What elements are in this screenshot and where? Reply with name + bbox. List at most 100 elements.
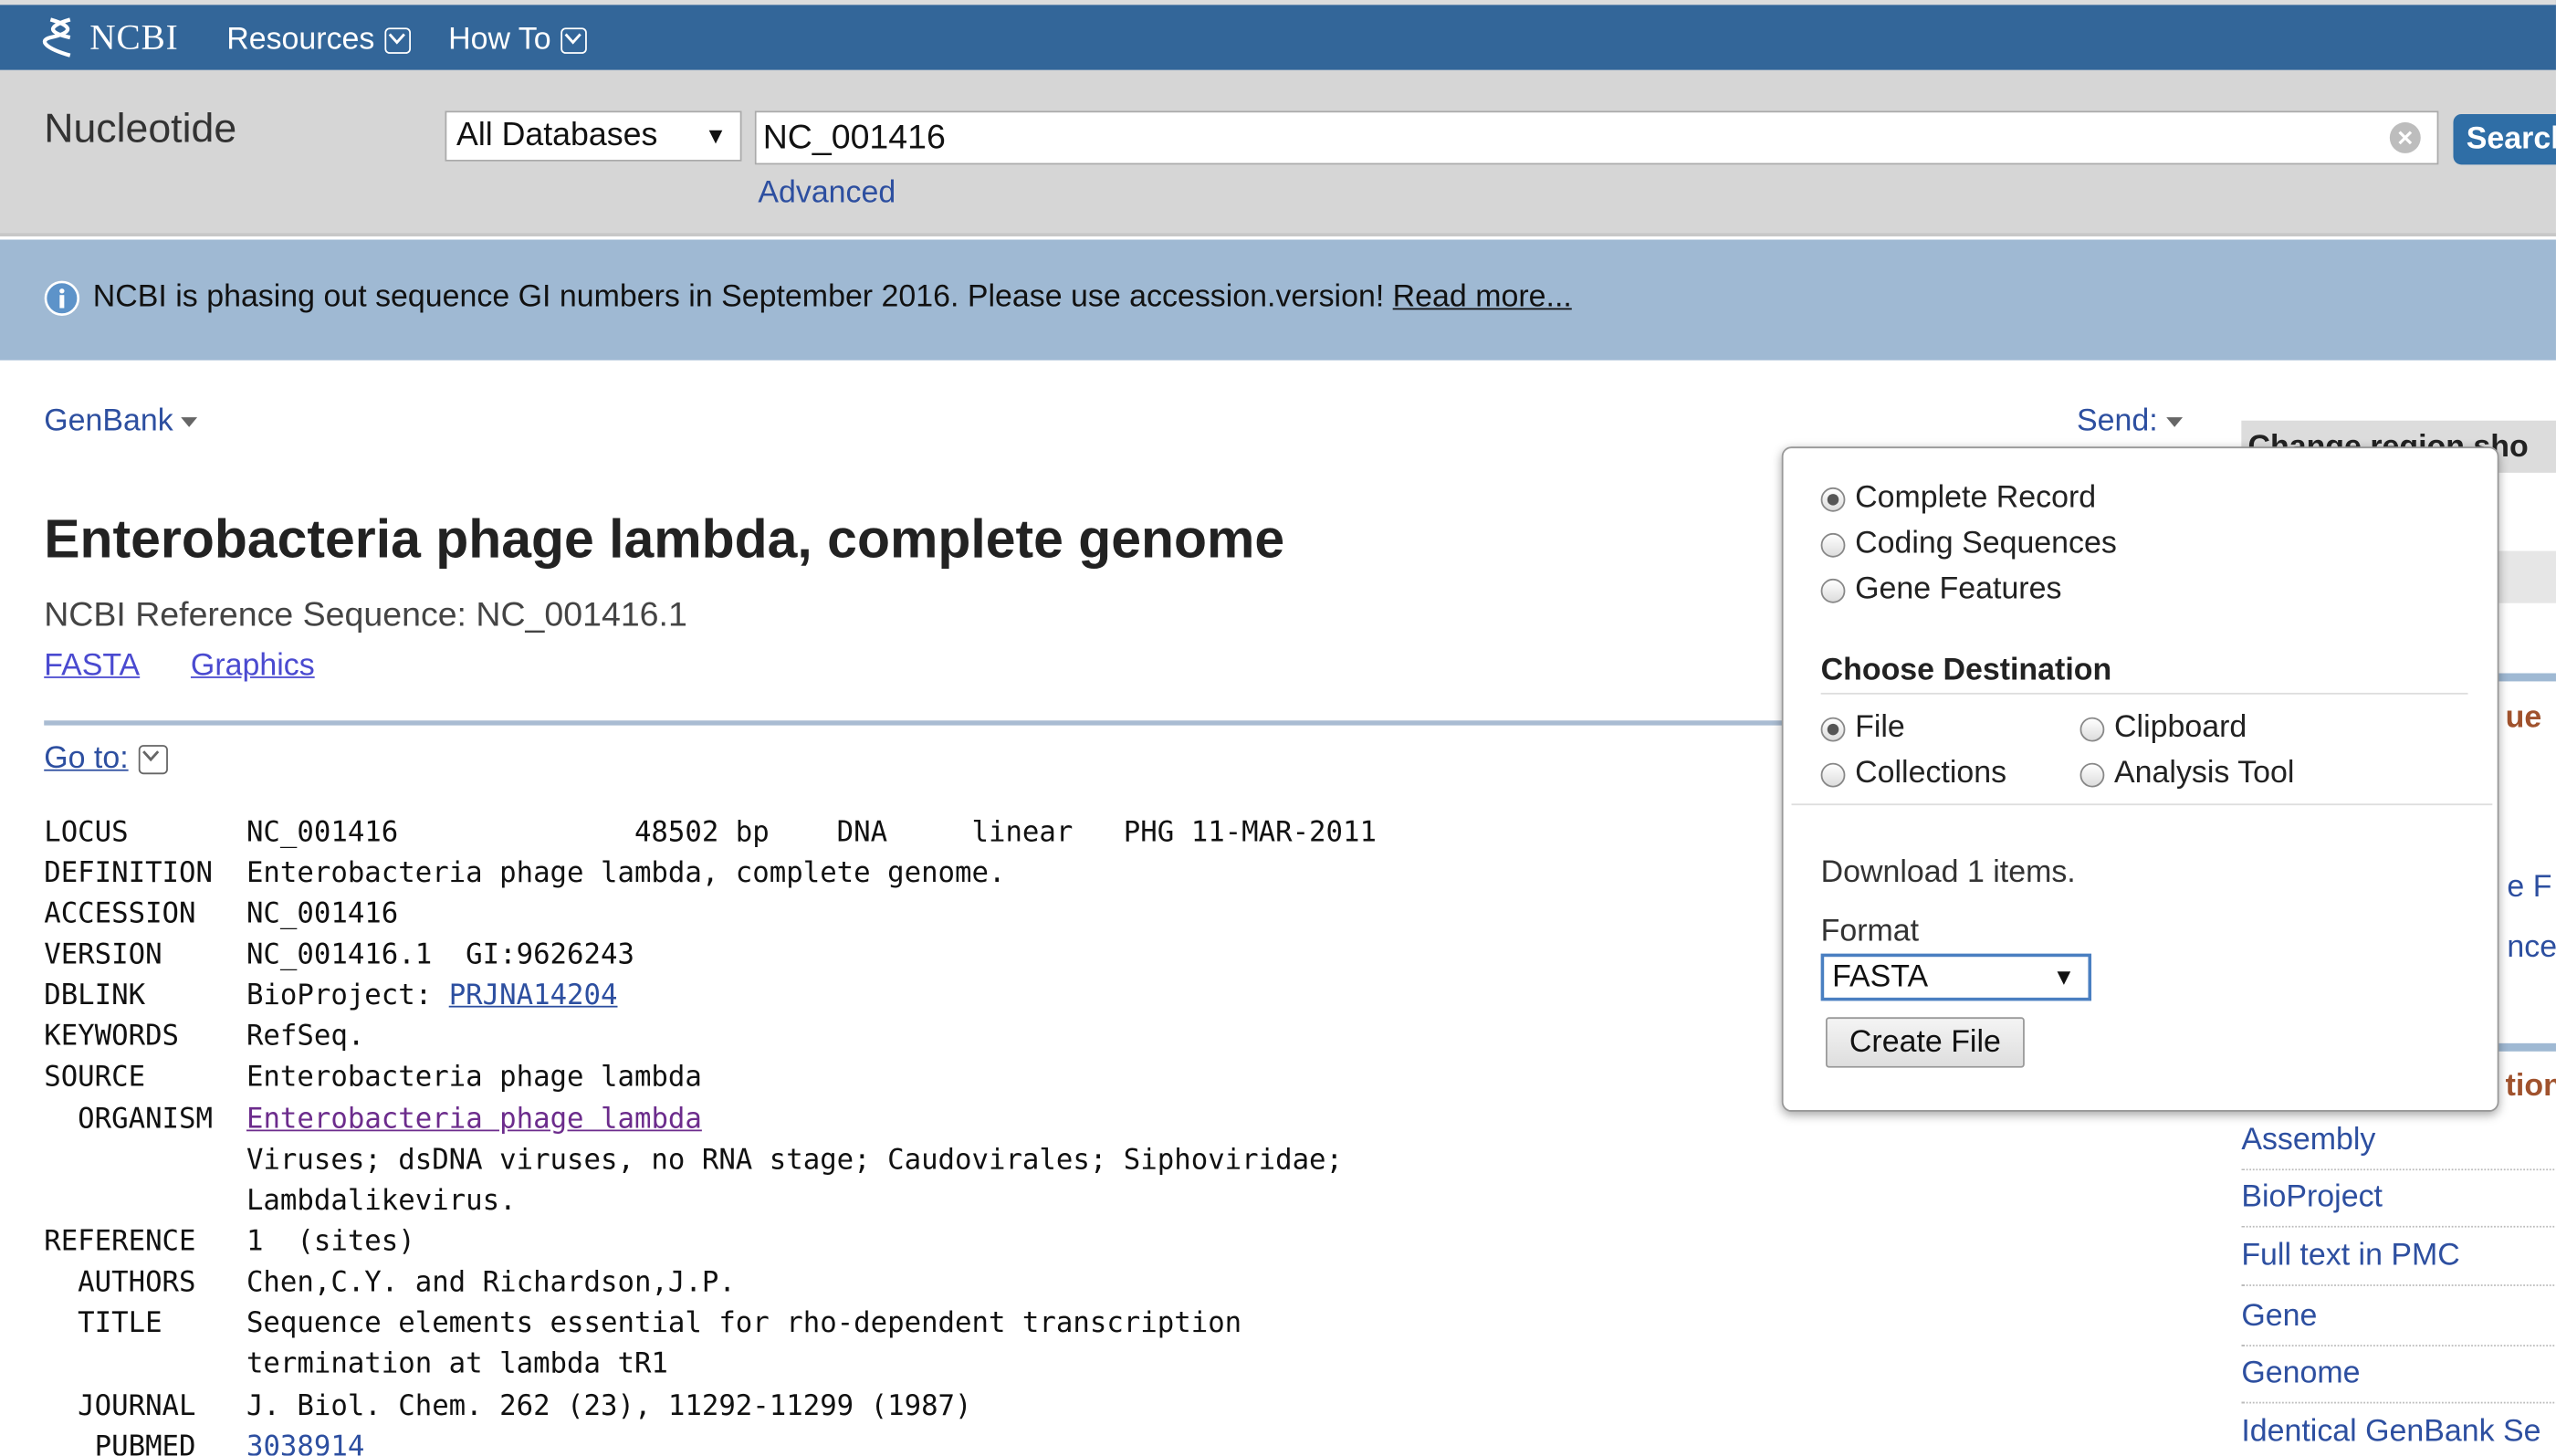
create-file-button[interactable]: Create File [1825,1017,2025,1068]
dblink-prefix: DBLINK BioProject: [44,979,449,1012]
organism-prefix: ORGANISM [44,1103,246,1137]
graphics-link[interactable]: Graphics [191,649,315,685]
radio-label: Coding Sequences [1855,526,2117,561]
flatfile-pubmed: PUBMED 3038914 [44,1430,365,1456]
radio-unselected-icon [1820,532,1846,557]
radio-label: Collections [1855,756,2007,791]
flatfile-reference: REFERENCE 1 (sites) [44,1225,415,1259]
radio-clipboard[interactable]: Clipboard [2079,710,2247,747]
banner-text: NCBI is phasing out sequence GI numbers … [92,280,1385,315]
search-input[interactable]: NC_001416 [754,110,2439,165]
sidebar-fragment[interactable]: nce [2507,931,2556,967]
format-label: Format [1820,914,1920,949]
logo-text: NCBI [89,16,179,58]
send-to-label: Send: [2076,403,2158,439]
caret-down-icon [181,417,198,427]
go-to-label: Go to: [44,741,129,776]
search-query: NC_001416 [762,119,946,157]
nav-resources-label: Resources [226,22,375,58]
advanced-search-link[interactable]: Advanced [758,176,896,212]
search-button[interactable]: Search [2453,113,2556,165]
sidebar-link-pmc[interactable]: Full text in PMC [2241,1239,2556,1286]
dropdown-arrow-icon: ▼ [2052,963,2076,990]
radio-selected-icon [1820,716,1846,741]
flatfile-taxonomy-1: Viruses; dsDNA viruses, no RNA stage; Ca… [44,1144,1344,1178]
organism-link[interactable]: Enterobacteria phage lambda [246,1104,702,1137]
sidebar-fragment: tion [2505,1069,2556,1104]
database-name: Nucleotide [44,106,237,152]
nav-resources[interactable]: Resources [226,22,411,58]
nav-how-to[interactable]: How To [448,23,587,58]
radio-label: File [1855,710,1905,746]
radio-file[interactable]: File [1820,710,1905,747]
search-band: Nucleotide All Databases ▼ NC_001416 Sea… [0,69,2556,236]
sidebar-fragment[interactable]: e F [2507,871,2551,906]
format-select[interactable]: FASTA ▼ [1820,953,2092,1001]
format-select-value: FASTA [1832,959,1929,995]
go-to-menu[interactable]: Go to: [44,741,168,777]
send-to-popup: Complete Record Coding Sequences Gene Fe… [1781,446,2499,1112]
fasta-link[interactable]: FASTA [44,649,140,685]
dropdown-arrow-icon: ▼ [704,121,728,149]
read-more-link[interactable]: Read more... [1393,280,1572,314]
format-dropdown-label: GenBank [44,403,173,439]
radio-unselected-icon [1820,761,1846,787]
banner-message: NCBI is phasing out sequence GI numbers … [93,280,1572,316]
divider [44,720,1805,726]
dna-helix-icon [43,17,71,58]
radio-gene-features[interactable]: Gene Features [1820,571,2062,608]
top-navbar: NCBI Resources How To [0,0,2556,70]
sidebar-link-identical-genbank[interactable]: Identical GenBank Se [2241,1415,2556,1456]
pubmed-link[interactable]: 3038914 [246,1431,364,1456]
radio-unselected-icon [2079,716,2105,741]
radio-collections[interactable]: Collections [1820,756,2007,792]
refseq-id: NCBI Reference Sequence: NC_001416.1 [44,596,687,634]
radio-analysis-tool[interactable]: Analysis Tool [2079,756,2295,792]
radio-label: Clipboard [2114,710,2247,746]
download-count-text: Download 1 items. [1820,855,2076,890]
flatfile-dblink: DBLINK BioProject: PRJNA14204 [44,979,617,1012]
clear-search-icon[interactable] [2389,121,2421,153]
flatfile-title-1: TITLE Sequence elements essential for rh… [44,1307,1242,1340]
chevron-down-icon [384,27,411,54]
flatfile-definition: DEFINITION Enterobacteria phage lambda, … [44,857,1006,890]
send-to-dropdown[interactable]: Send: [2076,403,2183,440]
choose-destination-heading: Choose Destination [1820,654,2112,688]
flatfile-journal: JOURNAL J. Biol. Chem. 262 (23), 11292-1… [44,1390,972,1423]
page-title: Enterobacteria phage lambda, complete ge… [44,508,1285,570]
database-select[interactable]: All Databases ▼ [445,110,742,162]
flatfile-taxonomy-2: Lambdalikevirus. [44,1185,517,1218]
radio-coding-sequences[interactable]: Coding Sequences [1820,526,2117,562]
info-icon [44,280,80,316]
flatfile-keywords: KEYWORDS RefSeq. [44,1020,365,1053]
caret-down-icon [2165,417,2183,427]
database-select-value: All Databases [456,117,658,153]
sidebar-link-bioproject[interactable]: BioProject [2241,1180,2556,1228]
flatfile-title-2: termination at lambda tR1 [44,1347,668,1381]
divider [1820,692,2468,695]
flatfile-version: VERSION NC_001416.1 GI:9626243 [44,938,634,972]
pubmed-prefix: PUBMED [44,1430,246,1456]
radio-label: Complete Record [1855,480,2097,516]
radio-complete-record[interactable]: Complete Record [1820,480,2097,517]
radio-label: Gene Features [1855,571,2062,607]
flatfile-source: SOURCE Enterobacteria phage lambda [44,1061,702,1095]
format-dropdown[interactable]: GenBank [44,403,198,440]
radio-selected-icon [1820,487,1846,511]
flatfile-accession: ACCESSION NC_001416 [44,897,399,931]
nav-how-to-label: How To [448,22,551,58]
flatfile-organism: ORGANISM Enterobacteria phage lambda [44,1104,702,1137]
info-banner: NCBI is phasing out sequence GI numbers … [0,239,2556,361]
bioproject-link[interactable]: PRJNA14204 [449,979,618,1012]
flatfile-locus: LOCUS NC_001416 48502 bp DNA linear PHG … [44,816,1377,850]
sidebar-link-gene[interactable]: Gene [2241,1299,2556,1346]
chevron-down-icon [138,745,168,775]
sidebar-fragment: ue [2505,700,2542,736]
sidebar-link-genome[interactable]: Genome [2241,1356,2556,1404]
chevron-down-icon [560,27,587,54]
radio-unselected-icon [2079,761,2105,787]
radio-label: Analysis Tool [2114,756,2295,791]
ncbi-logo[interactable]: NCBI [41,15,179,60]
divider [1791,803,2493,806]
sidebar-link-assembly[interactable]: Assembly [2241,1123,2556,1171]
